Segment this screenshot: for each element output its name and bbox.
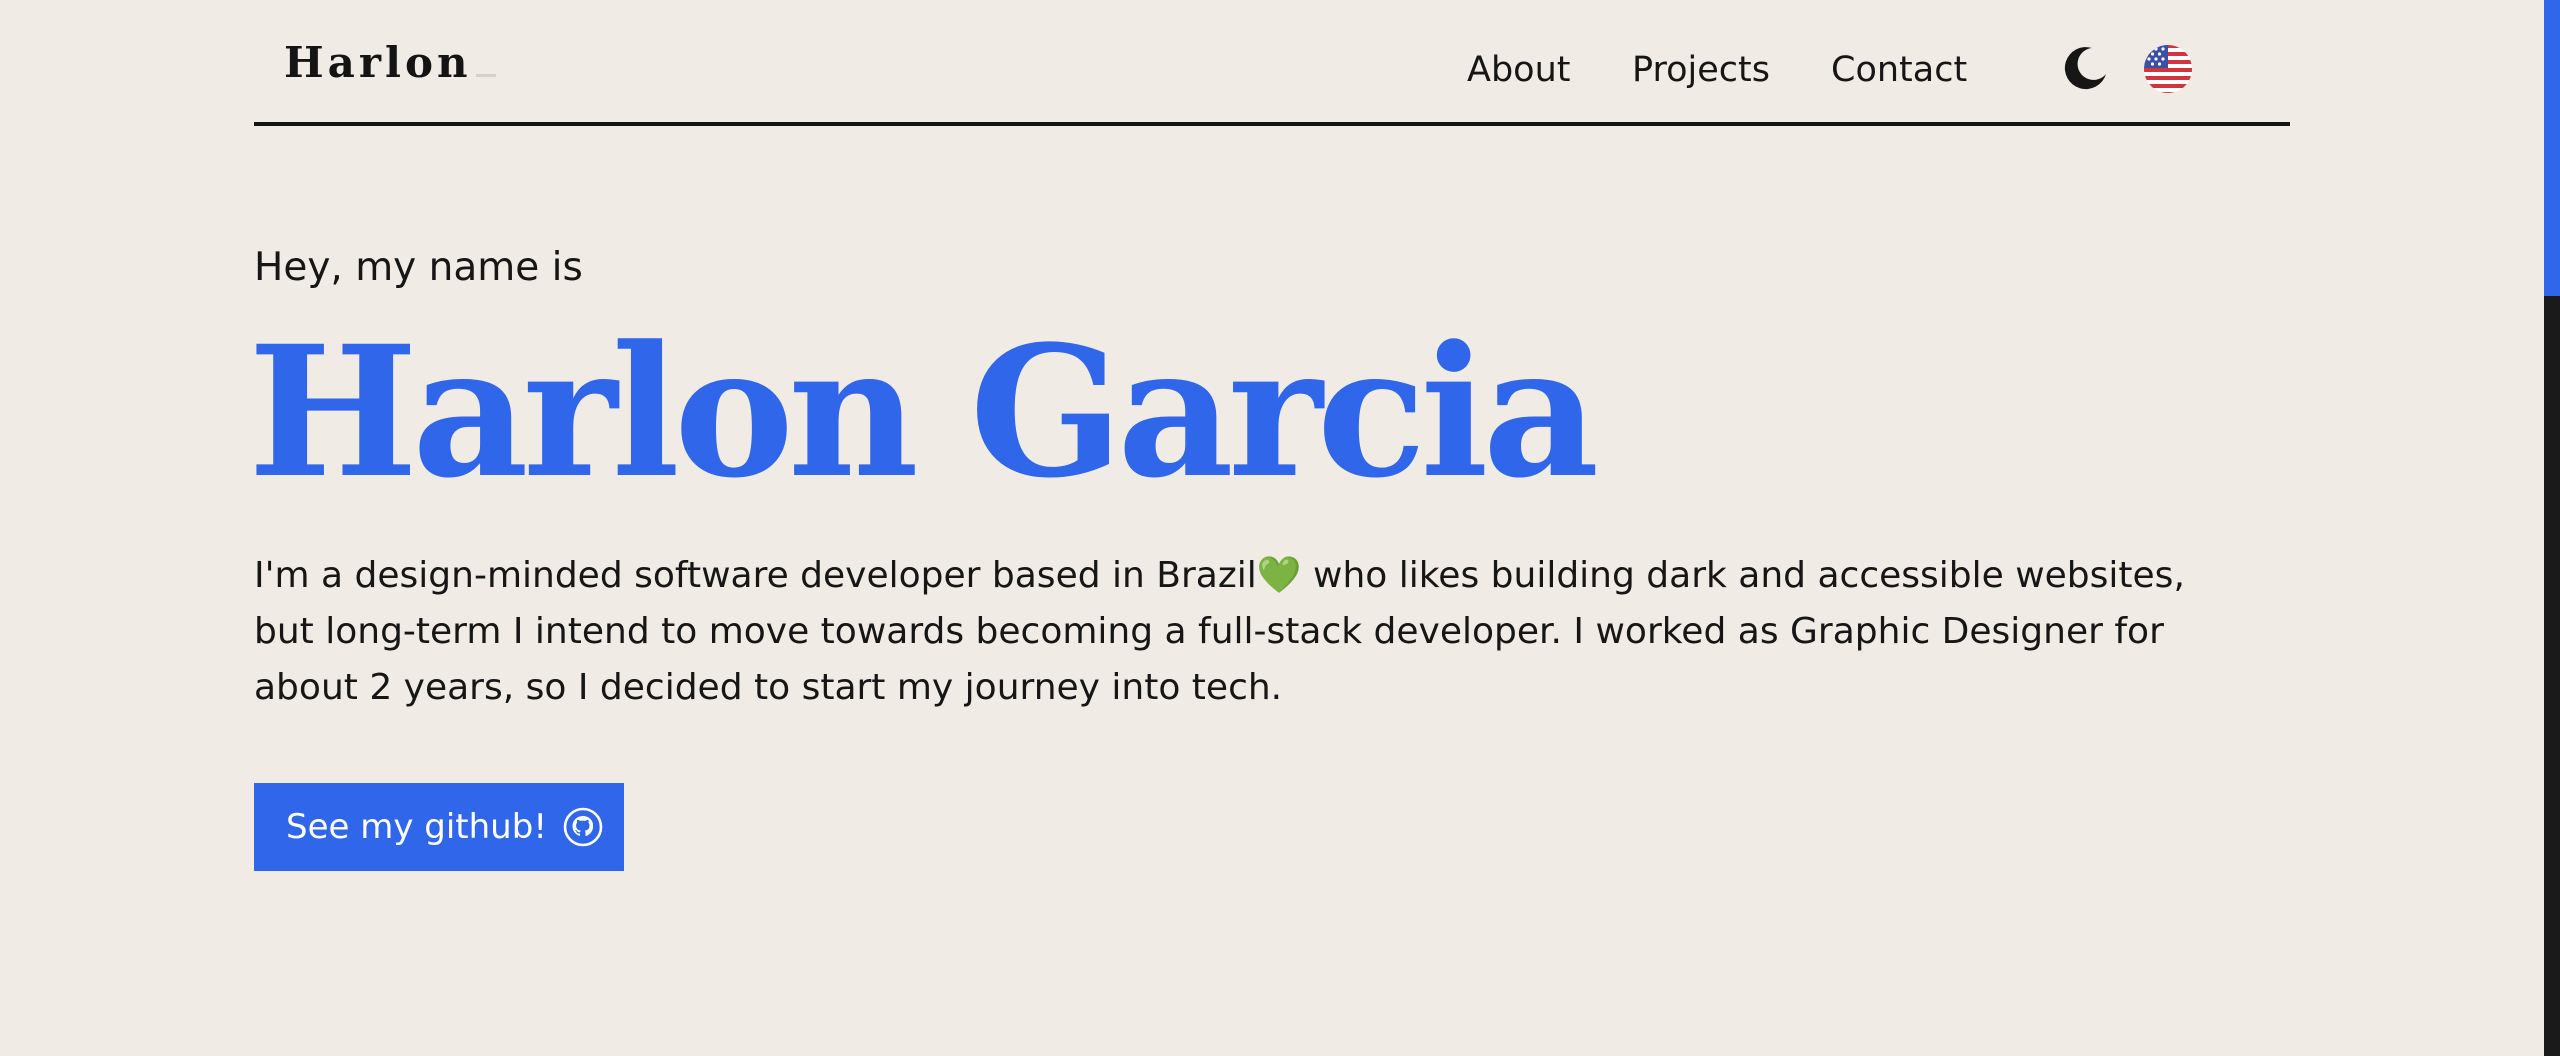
theme-toggle-button[interactable]	[2062, 44, 2110, 92]
hero-name: Harlon Garcia	[248, 307, 1599, 518]
language-toggle-button[interactable]	[2143, 44, 2193, 94]
nav-contact-link[interactable]: Contact	[1831, 48, 1967, 92]
github-button[interactable]: See my github!	[254, 783, 624, 871]
bio-line-1-end: who likes building dark and accessible w…	[1301, 555, 2185, 596]
bio-line-1: I'm a design-minded software developer b…	[254, 548, 2284, 604]
nav-about-link[interactable]: About	[1467, 48, 1570, 92]
nav-projects-link[interactable]: Projects	[1632, 48, 1770, 92]
site-header: Harlon About Projects Contact	[254, 0, 2290, 126]
hero-bio: I'm a design-minded software developer b…	[254, 548, 2284, 716]
main-nav: About Projects Contact	[254, 48, 2290, 92]
hero-greeting: Hey, my name is	[254, 245, 583, 290]
scrollbar-thumb[interactable]	[2544, 0, 2560, 296]
us-flag-icon	[2144, 45, 2192, 93]
github-icon	[563, 807, 603, 847]
green-heart-icon: 💚	[1256, 555, 1302, 596]
github-button-label: See my github!	[286, 807, 547, 847]
bio-line-2: but long-term I intend to move towards b…	[254, 611, 2164, 652]
moon-icon	[2064, 47, 2106, 90]
bio-line-1-start: I'm a design-minded software developer b…	[254, 555, 1257, 596]
page: Harlon About Projects Contact Hey, my na…	[0, 0, 2560, 1056]
page-scrollbar[interactable]	[2544, 0, 2560, 1056]
bio-line-3: about 2 years, so I decided to start my …	[254, 667, 1283, 708]
